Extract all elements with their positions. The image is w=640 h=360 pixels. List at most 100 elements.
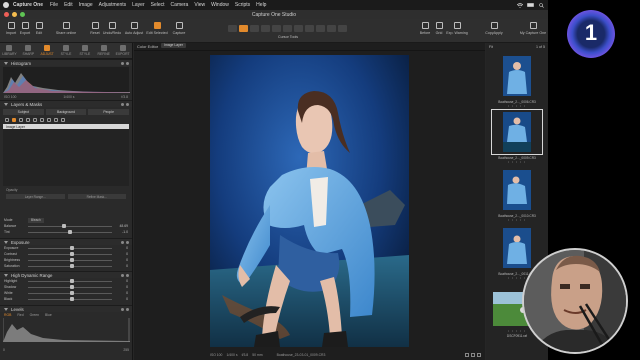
white-knob[interactable] xyxy=(70,290,74,295)
picker-tool-icon[interactable] xyxy=(327,25,336,32)
apple-icon[interactable] xyxy=(3,2,9,8)
zoom-icon[interactable] xyxy=(20,12,25,17)
balance-slider[interactable] xyxy=(28,223,112,228)
copy-apply-button[interactable]: CopyApply xyxy=(482,22,506,35)
contrast-slider[interactable] xyxy=(28,251,112,256)
tab-style[interactable]: STYLE xyxy=(57,43,76,58)
contrast-knob[interactable] xyxy=(70,251,74,256)
heal-tool-icon[interactable] xyxy=(316,25,325,32)
levels-tab-green[interactable]: Green xyxy=(30,313,39,317)
wifi-icon[interactable] xyxy=(517,2,523,8)
clear-mask-icon[interactable] xyxy=(61,117,65,122)
tint-value[interactable]: -1.0 xyxy=(116,230,128,234)
add-layer-icon[interactable] xyxy=(121,103,124,106)
info-icon[interactable] xyxy=(121,62,124,65)
saturation-value[interactable]: 0 xyxy=(116,264,128,268)
menu-window[interactable]: Window xyxy=(211,2,229,8)
menu-view[interactable]: View xyxy=(194,2,205,8)
exposure-reset-icon[interactable] xyxy=(121,241,124,244)
tint-slider[interactable] xyxy=(28,229,112,234)
show-mask-icon[interactable] xyxy=(54,117,58,122)
search-icon[interactable] xyxy=(539,2,544,8)
radial-mask-icon[interactable] xyxy=(19,117,23,122)
next-image-icon[interactable] xyxy=(471,353,475,357)
shadow-knob[interactable] xyxy=(70,284,74,289)
exposure-value[interactable]: 0 xyxy=(116,246,128,250)
keystone-tool-icon[interactable] xyxy=(272,25,281,32)
levels-low-value[interactable]: 0 xyxy=(3,348,5,352)
tab-refine[interactable]: REFINE xyxy=(94,43,113,58)
layers-header[interactable]: Layers & Masks xyxy=(0,100,132,107)
hdr-more-icon[interactable] xyxy=(126,274,129,277)
menu-camera[interactable]: Camera xyxy=(171,2,189,8)
brightness-value[interactable]: 0 xyxy=(116,258,128,262)
close-icon[interactable] xyxy=(4,12,9,17)
brightness-knob[interactable] xyxy=(70,257,74,262)
exposure-warning-button[interactable]: Exp. Warning xyxy=(444,22,470,35)
undo-redo-button[interactable]: Undo/Redo xyxy=(100,22,124,35)
thumbnail[interactable]: Boathouse_2..._0010.CR3 • • • • • xyxy=(491,167,543,222)
highlight-knob[interactable] xyxy=(70,278,74,283)
white-slider[interactable] xyxy=(28,290,112,295)
menu-image[interactable]: Image xyxy=(79,2,93,8)
layer-row-image[interactable]: Image Layer xyxy=(3,124,129,129)
exposure-more-icon[interactable] xyxy=(126,241,129,244)
menu-help[interactable]: Help xyxy=(256,2,266,8)
invert-mask-icon[interactable] xyxy=(47,117,51,122)
edit-button[interactable]: Edit xyxy=(28,22,50,35)
mode-select[interactable]: Bleach xyxy=(28,217,44,223)
thumbnail-selected[interactable]: Boathouse_2..._0009.CR3 • • • • • xyxy=(491,109,543,164)
highlight-value[interactable]: 0 xyxy=(116,279,128,283)
minimize-icon[interactable] xyxy=(12,12,17,17)
balance-knob[interactable] xyxy=(61,223,66,228)
layers-more-icon[interactable] xyxy=(126,103,129,106)
refine-mask-button[interactable]: Refine Mask... xyxy=(67,194,126,199)
eraser-tool-icon[interactable] xyxy=(294,25,303,32)
mask-tab-subject[interactable]: Subject xyxy=(3,109,44,115)
levels-tab-blue[interactable]: Blue xyxy=(45,313,52,317)
menu-select[interactable]: Select xyxy=(151,2,165,8)
mask-tab-people[interactable]: People xyxy=(88,109,130,115)
fill-mask-icon[interactable] xyxy=(40,117,44,122)
edit-selected-button[interactable]: Edit Selected xyxy=(144,22,170,35)
rotate-tool-icon[interactable] xyxy=(261,25,270,32)
prev-image-icon[interactable] xyxy=(465,353,469,357)
saturation-knob[interactable] xyxy=(70,263,74,268)
highlight-slider[interactable] xyxy=(28,278,112,283)
shadow-slider[interactable] xyxy=(28,284,112,289)
tab-export[interactable]: EXPORT xyxy=(113,43,132,58)
levels-high-value[interactable]: 255 xyxy=(123,348,129,352)
browser-fit[interactable]: Fit xyxy=(489,45,493,49)
tab-adjust[interactable]: ADJUST xyxy=(38,43,57,58)
contrast-value[interactable]: 0 xyxy=(116,252,128,256)
mask-tab-background[interactable]: Background xyxy=(45,109,87,115)
hdr-header[interactable]: High Dynamic Range xyxy=(0,271,132,278)
levels-header[interactable]: Levels xyxy=(0,305,132,312)
levels-auto-icon[interactable] xyxy=(121,308,124,311)
levels-tab-red[interactable]: Red xyxy=(17,313,23,317)
tab-style-2[interactable]: STYLE xyxy=(75,43,94,58)
menu-scripts[interactable]: Scripts xyxy=(235,2,250,8)
my-capture-one-button[interactable]: My Capture One xyxy=(518,22,548,35)
brush-tool-icon[interactable] xyxy=(283,25,292,32)
crop-tool-icon[interactable] xyxy=(250,25,259,32)
thumb-rating[interactable]: • • • • • xyxy=(491,218,543,222)
gradient-mask-icon[interactable] xyxy=(12,117,16,122)
black-knob[interactable] xyxy=(70,296,74,301)
battery-icon[interactable] xyxy=(527,3,535,7)
gradient-tool-icon[interactable] xyxy=(305,25,314,32)
fullscreen-icon[interactable] xyxy=(477,353,481,357)
thumb-rating[interactable]: • • • • • xyxy=(491,104,543,108)
tint-knob[interactable] xyxy=(68,229,73,234)
exposure-header[interactable]: Exposure xyxy=(0,238,132,245)
levels-more-icon[interactable] xyxy=(126,308,129,311)
image-layer-selector[interactable]: Image Layer xyxy=(161,43,186,48)
menu-adjustments[interactable]: Adjustments xyxy=(99,2,127,8)
erase-mask-icon[interactable] xyxy=(33,117,37,122)
exposure-knob[interactable] xyxy=(70,245,74,250)
saturation-slider[interactable] xyxy=(28,263,112,268)
black-value[interactable]: 0 xyxy=(116,297,128,301)
capture-button[interactable]: Capture xyxy=(168,22,190,35)
brush-mask-icon[interactable] xyxy=(5,117,9,122)
magic-brush-icon[interactable] xyxy=(26,117,30,122)
